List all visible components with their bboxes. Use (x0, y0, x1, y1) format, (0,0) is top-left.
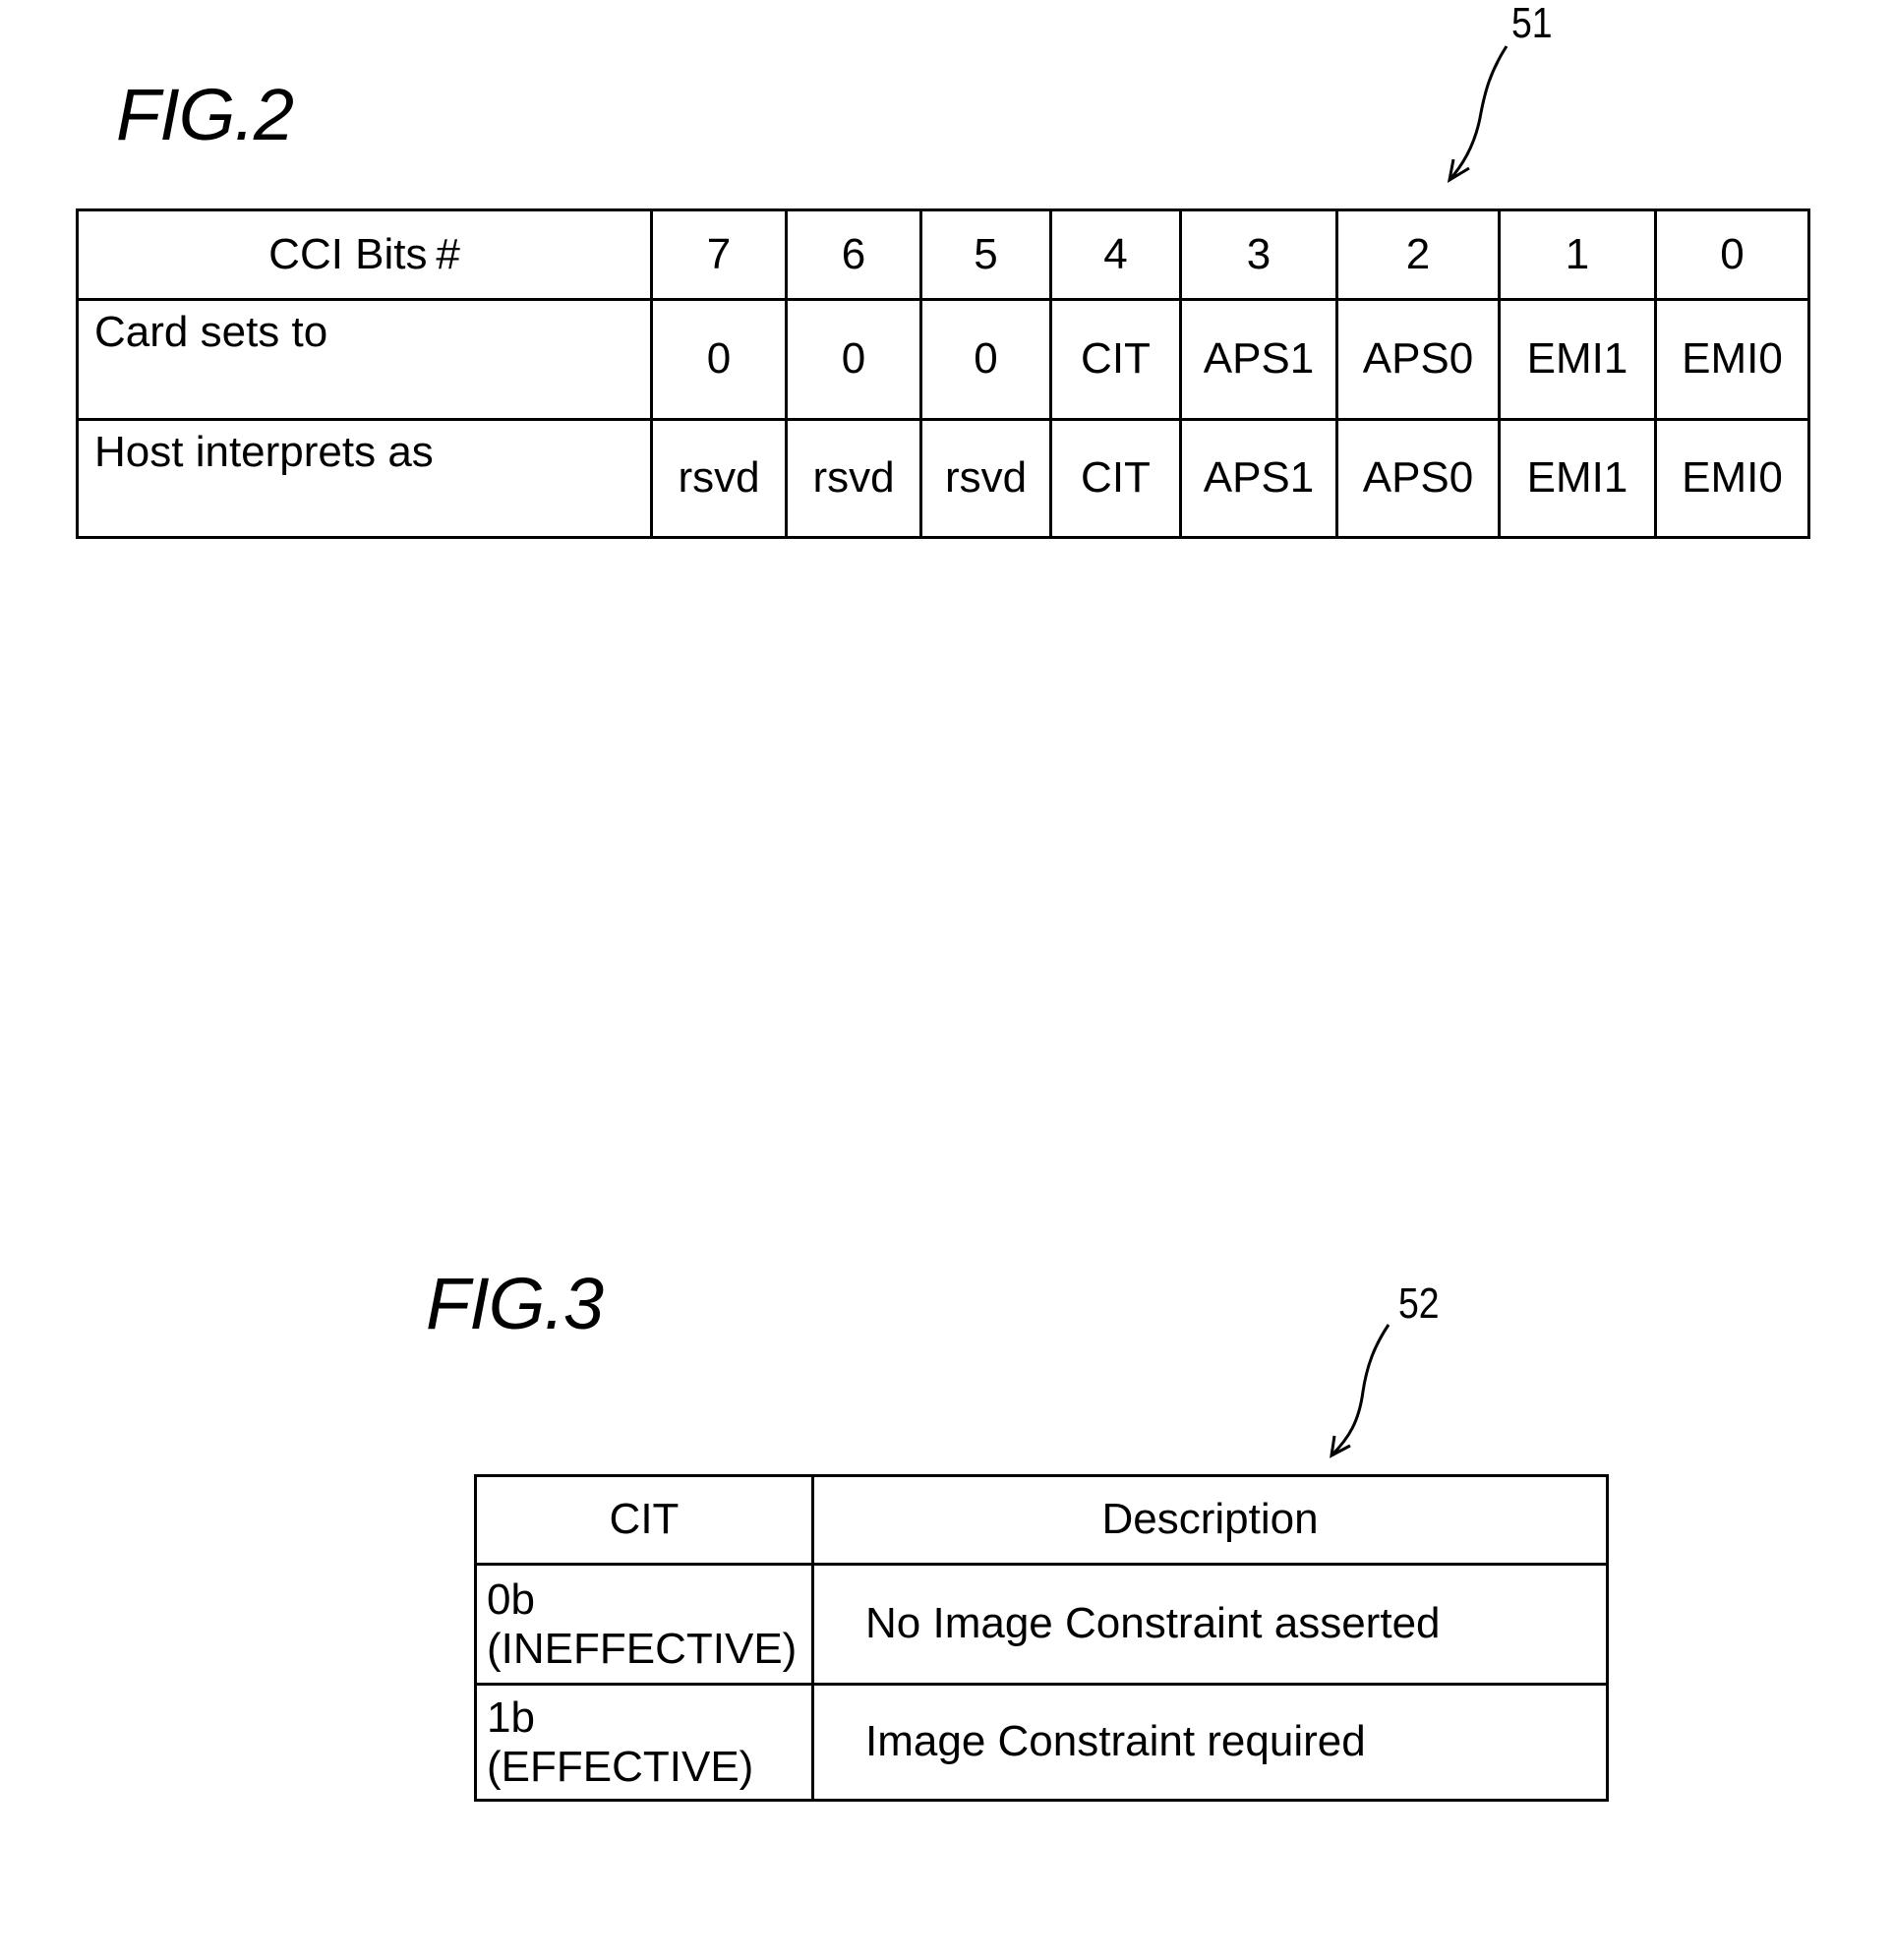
cit-value-cell: 1b (EFFECTIVE) (474, 1683, 814, 1802)
cit-bit-value: 0b (487, 1575, 535, 1625)
cit-value-cell: 0b (INEFFECTIVE) (474, 1563, 814, 1686)
header-cit: CIT (474, 1474, 814, 1566)
description-cell: No Image Constraint asserted (811, 1563, 1609, 1686)
table-header-row: CIT Description (474, 1474, 1609, 1566)
leader-line-52 (1330, 1324, 1390, 1457)
header-description: Description (811, 1474, 1609, 1566)
description-cell: Image Constraint required (811, 1683, 1609, 1802)
cit-bit-value: 1b (487, 1693, 535, 1743)
cit-state: (EFFECTIVE) (487, 1742, 754, 1791)
table-row-cit-0b: 0b (INEFFECTIVE) No Image Constraint ass… (474, 1563, 1609, 1686)
table-row-cit-1b: 1b (EFFECTIVE) Image Constraint required (474, 1683, 1609, 1802)
cit-description-table: CIT Description 0b (INEFFECTIVE) No Imag… (474, 1474, 1609, 1802)
cit-state: (INEFFECTIVE) (487, 1624, 798, 1673)
